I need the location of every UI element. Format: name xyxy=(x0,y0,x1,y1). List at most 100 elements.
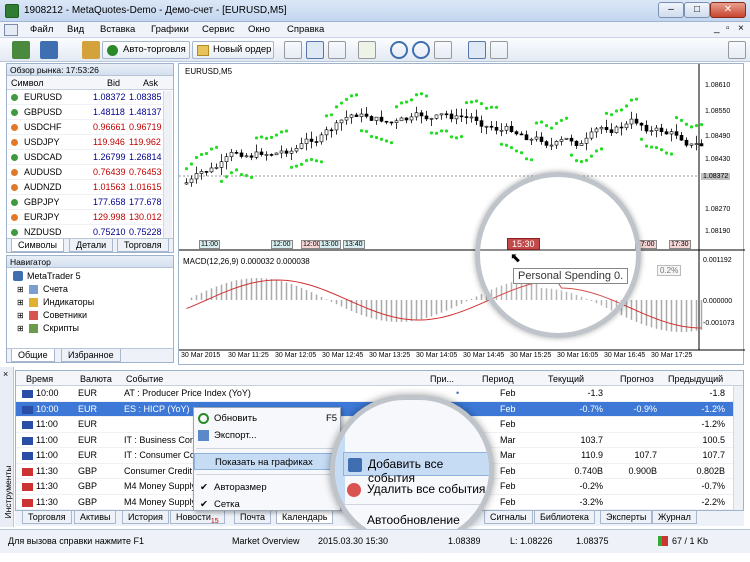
market-scrollbar[interactable] xyxy=(163,91,172,238)
col-period[interactable]: Период xyxy=(482,374,514,384)
close-button[interactable]: ✕ xyxy=(710,2,746,18)
tab-assets[interactable]: Активы xyxy=(74,511,117,524)
zoom-out-icon[interactable] xyxy=(412,41,430,59)
market-row[interactable]: USDJPY 119.946 119.962 xyxy=(7,135,173,150)
menu-insert[interactable]: Вставка xyxy=(100,24,135,35)
market-row[interactable]: AUDNZD 1.01563 1.01615 xyxy=(7,180,173,195)
tab-journal[interactable]: Журнал xyxy=(652,511,697,524)
event-marker[interactable]: 17:30 xyxy=(669,240,691,249)
candle-body xyxy=(329,129,334,132)
event-marker[interactable]: 13:00 xyxy=(319,240,341,249)
col-priority[interactable]: При... xyxy=(430,374,454,384)
tile-icon[interactable] xyxy=(434,41,452,59)
terminal-icon[interactable] xyxy=(82,41,100,59)
tab-favorites[interactable]: Избранное xyxy=(61,349,121,362)
tab-symbols[interactable]: Символы xyxy=(11,239,64,252)
candles-icon[interactable] xyxy=(306,41,324,59)
col-actual[interactable]: Текущий xyxy=(548,374,584,384)
tab-common[interactable]: Общие xyxy=(11,349,55,362)
submenu-remove-all[interactable]: Удалить все события xyxy=(343,478,489,502)
mdi-restore[interactable]: ▫ xyxy=(726,23,730,34)
sar-dot xyxy=(674,116,679,120)
col-ask[interactable]: Ask xyxy=(143,78,158,88)
event-marker-1530[interactable]: 15:30 xyxy=(507,238,540,250)
menu-tools[interactable]: Сервис xyxy=(202,24,235,35)
col-bid[interactable]: Bid xyxy=(107,78,120,88)
market-row[interactable]: USDCHF 0.96661 0.96719 xyxy=(7,120,173,135)
line-chart-icon[interactable] xyxy=(328,41,346,59)
menu-window[interactable]: Окно xyxy=(248,24,270,35)
tab-details[interactable]: Детали xyxy=(69,239,114,252)
nav-indicators[interactable]: Индикаторы xyxy=(43,297,94,307)
ask: 1.08385 xyxy=(129,92,162,102)
market-row[interactable]: EURUSD 1.08372 1.08385 xyxy=(7,90,173,105)
event-previous: -0.7% xyxy=(701,481,725,491)
zoom-in-icon[interactable] xyxy=(390,41,408,59)
col-time[interactable]: Время xyxy=(26,374,53,384)
col-currency[interactable]: Валюта xyxy=(80,374,112,384)
new-chart-icon[interactable] xyxy=(12,41,30,59)
autoscroll-icon[interactable] xyxy=(468,41,486,59)
bar-chart-icon[interactable] xyxy=(284,41,302,59)
menu-refresh[interactable]: Обновить F5 xyxy=(194,410,340,427)
menu-export[interactable]: Экспорт... xyxy=(194,427,340,444)
maximize-button[interactable]: □ xyxy=(684,2,710,18)
expand-icon[interactable]: ⊞ xyxy=(17,311,24,320)
indicators-icon[interactable] xyxy=(358,41,376,59)
market-row[interactable]: USDCAD 1.26799 1.26814 xyxy=(7,150,173,165)
tab-trade[interactable]: Торговля xyxy=(22,511,72,524)
mdi-minimize[interactable]: _ xyxy=(714,23,720,34)
submenu-add-all[interactable]: Добавить все события xyxy=(343,452,489,485)
expand-icon[interactable]: ⊞ xyxy=(17,324,24,333)
menu-charts[interactable]: Графики xyxy=(151,24,189,35)
menu-show-on-charts[interactable]: Показать на графиках ► xyxy=(194,453,340,470)
nav-experts[interactable]: Советники xyxy=(43,310,87,320)
new-order-button[interactable]: Новый ордер xyxy=(192,41,274,59)
status-profile[interactable]: Market Overview xyxy=(232,536,300,546)
nav-accounts[interactable]: Счета xyxy=(43,284,68,294)
toolbar-options-icon[interactable] xyxy=(728,41,746,59)
tab-history[interactable]: История xyxy=(122,511,169,524)
mdi-close[interactable]: × xyxy=(738,23,744,34)
menu-file[interactable]: Файл xyxy=(30,24,53,35)
tab-experts[interactable]: Эксперты xyxy=(600,511,653,524)
event-marker[interactable]: 11:00 xyxy=(199,240,220,249)
sar-dot xyxy=(384,139,389,143)
chart-window[interactable]: EURUSD,M5 MACD(12,26,9) 0.000032 0.00003… xyxy=(178,63,745,366)
nav-scripts[interactable]: Скрипты xyxy=(43,323,79,333)
sar-dot xyxy=(339,101,344,105)
menu-grid[interactable]: ✔ Сетка xyxy=(194,496,340,513)
chart-shift-icon[interactable] xyxy=(490,41,508,59)
sar-dot xyxy=(694,123,699,128)
tab-signals[interactable]: Сигналы xyxy=(484,511,533,524)
menu-autosize[interactable]: ✔ Авторазмер xyxy=(194,479,340,496)
event-marker[interactable]: 13:40 xyxy=(343,240,365,249)
expand-icon[interactable]: ⊞ xyxy=(17,298,24,307)
autotrade-button[interactable]: Авто-торговля xyxy=(102,41,190,59)
col-event[interactable]: Событие xyxy=(126,374,163,384)
tab-trading[interactable]: Торговля xyxy=(117,239,169,252)
tab-library[interactable]: Библиотека xyxy=(534,511,595,524)
nav-root[interactable]: MetaTrader 5 xyxy=(27,271,81,281)
menu-help[interactable]: Справка xyxy=(287,24,324,35)
toolbox-close-icon[interactable]: × xyxy=(3,369,8,379)
market-row[interactable]: AUDUSD 0.76439 0.76453 xyxy=(7,165,173,180)
chart-canvas[interactable] xyxy=(179,64,745,366)
market-row[interactable]: GBPUSD 1.48118 1.48137 xyxy=(7,105,173,120)
menu-divider xyxy=(196,448,338,449)
calendar-scrollbar[interactable] xyxy=(733,386,743,510)
market-row[interactable]: EURJPY 129.998 130.012 xyxy=(7,210,173,225)
market-row[interactable]: GBPJPY 177.658 177.678 xyxy=(7,195,173,210)
doc-icon[interactable] xyxy=(4,24,18,36)
sar-dot xyxy=(324,114,329,118)
profiles-icon[interactable] xyxy=(40,41,58,59)
event-marker[interactable]: 12:00 xyxy=(271,240,293,249)
menu-view[interactable]: Вид xyxy=(67,24,84,35)
submenu-divider xyxy=(343,504,489,505)
col-forecast[interactable]: Прогноз xyxy=(620,374,654,384)
col-previous[interactable]: Предыдущий xyxy=(668,374,723,384)
col-symbol[interactable]: Символ xyxy=(11,78,43,88)
sar-dot xyxy=(634,97,639,101)
expand-icon[interactable]: ⊞ xyxy=(17,285,24,294)
minimize-button[interactable]: – xyxy=(658,2,684,18)
